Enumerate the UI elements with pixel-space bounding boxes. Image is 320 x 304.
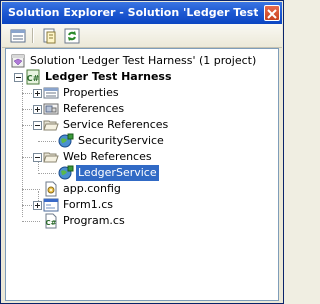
tree-item-properties[interactable]: Properties bbox=[6, 85, 278, 101]
tree-item-service-references[interactable]: Service References bbox=[6, 117, 278, 133]
close-button[interactable] bbox=[264, 5, 280, 21]
security-service-label: SecurityService bbox=[78, 134, 164, 147]
svg-text:C#: C# bbox=[27, 74, 40, 83]
show-all-files-icon bbox=[43, 28, 56, 44]
expand-toggle[interactable] bbox=[33, 105, 42, 114]
tree-item-security-service[interactable]: SecurityService bbox=[6, 133, 278, 149]
properties-label: Properties bbox=[63, 86, 119, 99]
toolbar-separator bbox=[32, 28, 34, 43]
collapse-toggle[interactable] bbox=[33, 153, 42, 162]
tree-item-ledger-service[interactable]: LedgerService bbox=[6, 165, 278, 181]
close-icon bbox=[267, 9, 277, 19]
tree-item-web-references[interactable]: Web References bbox=[6, 149, 278, 165]
tree-item-app-config[interactable]: app.config bbox=[6, 181, 278, 197]
open-folder-icon bbox=[43, 120, 59, 131]
csharp-file-icon: C# bbox=[45, 213, 57, 229]
solution-label: Solution 'Ledger Test Harness' (1 projec… bbox=[30, 54, 257, 67]
expand-toggle[interactable] bbox=[33, 201, 42, 210]
tree-line bbox=[38, 173, 56, 175]
window-title: Solution Explorer - Solution 'Ledger Tes… bbox=[8, 6, 258, 19]
tree-line bbox=[22, 189, 40, 191]
solution-explorer-window: Solution Explorer - Solution 'Ledger Tes… bbox=[0, 0, 284, 304]
ledger-service-label: LedgerService bbox=[76, 165, 159, 181]
tree-line bbox=[38, 141, 56, 143]
tree-line bbox=[22, 221, 40, 223]
collapse-toggle[interactable] bbox=[14, 73, 23, 82]
solution-icon bbox=[11, 54, 25, 68]
references-icon bbox=[43, 103, 59, 115]
svg-text:C#: C# bbox=[45, 219, 56, 227]
show-all-files-button[interactable] bbox=[40, 27, 58, 45]
tree-line bbox=[22, 157, 32, 159]
config-file-icon bbox=[45, 181, 57, 197]
tree-item-form1[interactable]: Form1.cs bbox=[6, 197, 278, 213]
web-references-label: Web References bbox=[63, 150, 152, 163]
web-reference-icon bbox=[58, 165, 74, 180]
refresh-icon bbox=[64, 28, 80, 44]
project-label: Ledger Test Harness bbox=[45, 70, 172, 83]
properties-folder-icon bbox=[43, 87, 59, 99]
tree-item-solution[interactable]: Solution 'Ledger Test Harness' (1 projec… bbox=[6, 53, 278, 69]
app-config-label: app.config bbox=[63, 182, 121, 195]
solution-tree[interactable]: Solution 'Ledger Test Harness' (1 projec… bbox=[5, 48, 279, 301]
open-folder-icon bbox=[43, 152, 59, 163]
tree-line bbox=[22, 125, 32, 127]
collapse-toggle[interactable] bbox=[33, 121, 42, 130]
title-bar[interactable]: Solution Explorer - Solution 'Ledger Tes… bbox=[2, 2, 282, 24]
references-label: References bbox=[63, 102, 125, 115]
program-label: Program.cs bbox=[63, 214, 125, 227]
tree-line bbox=[22, 93, 32, 95]
service-reference-icon bbox=[58, 133, 74, 148]
form-icon bbox=[43, 198, 59, 212]
tree-line bbox=[22, 109, 32, 111]
form1-label: Form1.cs bbox=[63, 198, 113, 211]
tree-item-program[interactable]: C# Program.cs bbox=[6, 213, 278, 229]
tree-item-project[interactable]: C# Ledger Test Harness bbox=[6, 69, 278, 85]
csharp-project-icon: C# bbox=[26, 69, 40, 85]
service-references-label: Service References bbox=[63, 118, 169, 131]
toolbar bbox=[2, 24, 282, 48]
tree-line bbox=[22, 205, 32, 207]
tree-item-references[interactable]: References bbox=[6, 101, 278, 117]
properties-icon bbox=[10, 29, 26, 43]
expand-toggle[interactable] bbox=[33, 89, 42, 98]
properties-button[interactable] bbox=[9, 27, 27, 45]
refresh-button[interactable] bbox=[63, 27, 81, 45]
